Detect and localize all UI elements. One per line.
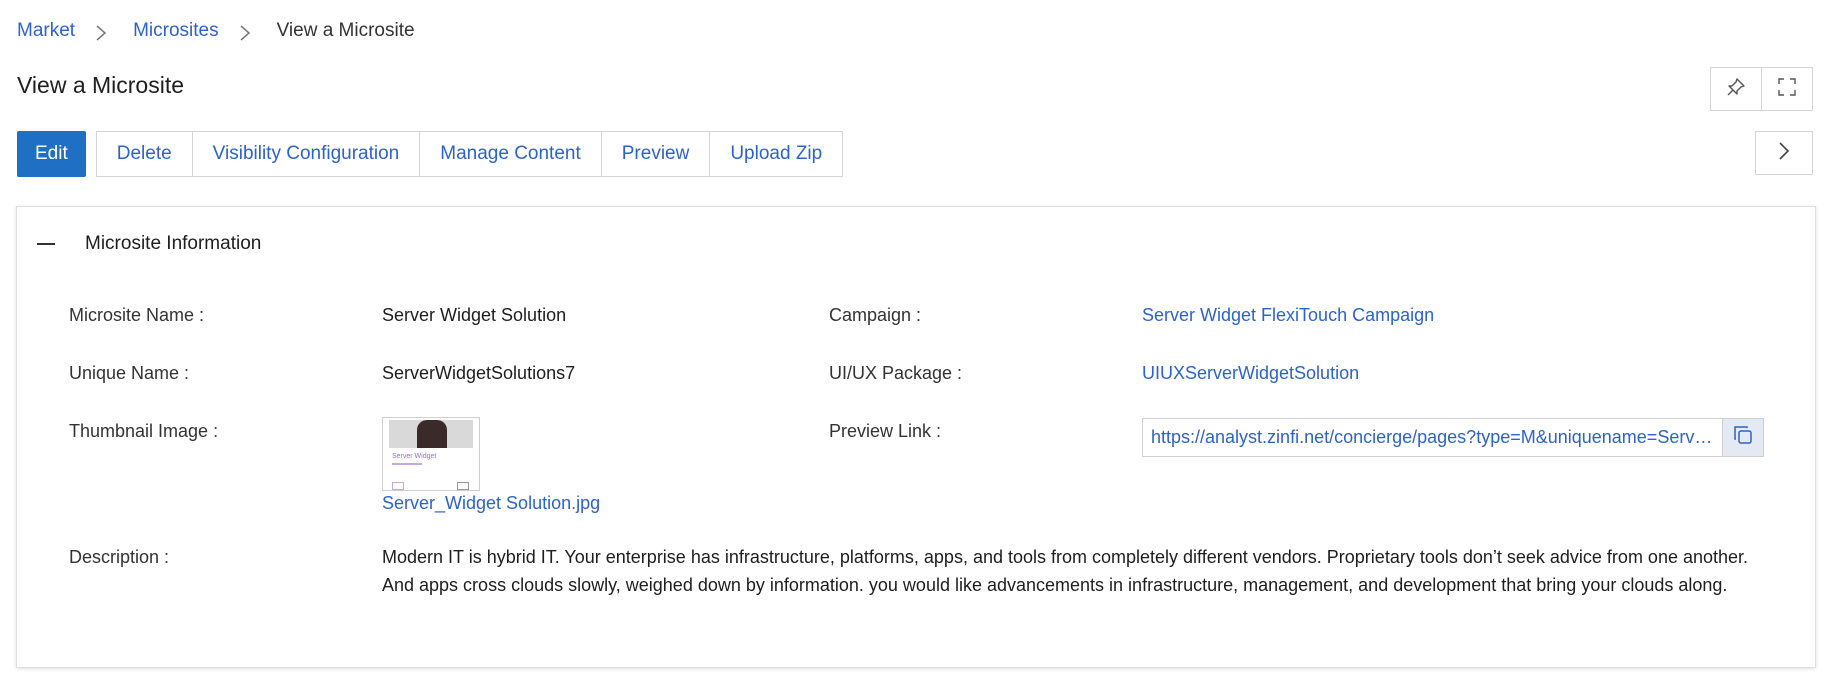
manage-content-button[interactable]: Manage Content bbox=[419, 132, 601, 176]
pin-button[interactable] bbox=[1710, 67, 1762, 111]
pin-icon bbox=[1726, 77, 1746, 102]
campaign-label: Campaign : bbox=[829, 305, 922, 325]
next-button[interactable] bbox=[1755, 131, 1813, 175]
page-title: View a Microsite bbox=[17, 72, 185, 98]
top-actions bbox=[1710, 67, 1813, 111]
action-toolbar: Edit Delete Visibility Configuration Man… bbox=[17, 131, 844, 177]
fullscreen-icon bbox=[1777, 77, 1797, 102]
campaign-link[interactable]: Server Widget FlexiTouch Campaign bbox=[1142, 305, 1434, 326]
preview-link[interactable]: https://analyst.zinfi.net/concierge/page… bbox=[1143, 427, 1722, 448]
breadcrumb: Market Microsites View a Microsite bbox=[17, 20, 415, 42]
chevron-right-icon bbox=[239, 25, 251, 41]
description-value: Modern IT is hybrid IT. Your enterprise … bbox=[382, 547, 1749, 595]
unique-name-value: ServerWidgetSolutions7 bbox=[382, 363, 576, 383]
collapse-icon[interactable] bbox=[37, 243, 55, 245]
thumbnail-caption: Server Widget bbox=[392, 453, 437, 460]
breadcrumb-market-link[interactable]: Market bbox=[17, 20, 75, 42]
chevron-right-icon bbox=[1777, 141, 1791, 166]
preview-button[interactable]: Preview bbox=[600, 132, 710, 176]
preview-link-field: https://analyst.zinfi.net/concierge/page… bbox=[1142, 418, 1764, 457]
thumbnail-file-link[interactable]: Server_Widget Solution.jpg bbox=[382, 493, 600, 514]
copy-button[interactable] bbox=[1722, 419, 1763, 456]
thumbnail-image-label: Thumbnail Image : bbox=[69, 421, 219, 441]
preview-link-label: Preview Link : bbox=[829, 421, 942, 441]
microsite-name-label: Microsite Name : bbox=[69, 305, 205, 325]
delete-button[interactable]: Delete bbox=[97, 132, 192, 176]
breadcrumb-microsites-link[interactable]: Microsites bbox=[133, 20, 219, 42]
visibility-configuration-button[interactable]: Visibility Configuration bbox=[191, 132, 420, 176]
breadcrumb-current: View a Microsite bbox=[276, 20, 415, 41]
upload-zip-button[interactable]: Upload Zip bbox=[709, 132, 842, 176]
unique-name-label: Unique Name : bbox=[69, 363, 190, 383]
thumbnail-image[interactable]: Server Widget bbox=[382, 417, 480, 491]
panel-header[interactable]: Microsite Information bbox=[37, 233, 261, 255]
uiux-package-label: UI/UX Package : bbox=[829, 363, 963, 383]
copy-icon bbox=[1732, 424, 1754, 451]
microsite-name-value: Server Widget Solution bbox=[382, 305, 567, 325]
edit-button[interactable]: Edit bbox=[17, 131, 86, 177]
microsite-information-panel: Microsite Information Microsite Name : S… bbox=[16, 206, 1816, 668]
uiux-package-link[interactable]: UIUXServerWidgetSolution bbox=[1142, 363, 1359, 384]
chevron-right-icon bbox=[95, 25, 107, 41]
panel-title: Microsite Information bbox=[85, 233, 262, 254]
fullscreen-button[interactable] bbox=[1761, 67, 1813, 111]
action-button-group: Delete Visibility Configuration Manage C… bbox=[95, 131, 844, 177]
description-label: Description : bbox=[69, 547, 170, 567]
